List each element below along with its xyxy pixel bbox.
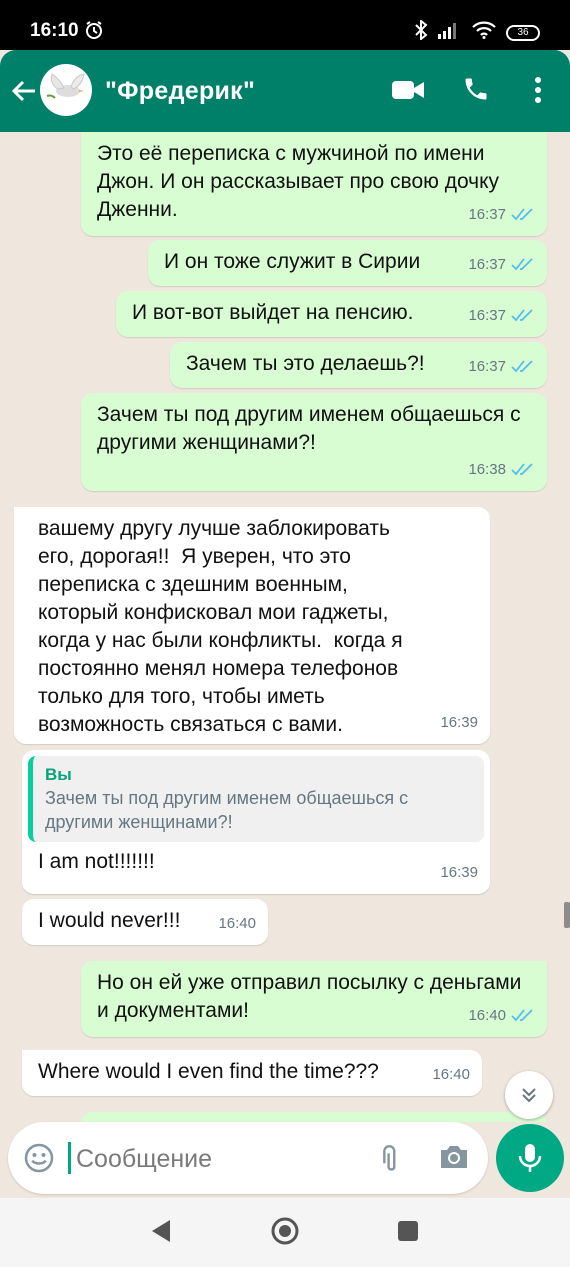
- video-call-icon[interactable]: [391, 78, 425, 107]
- mic-icon[interactable]: [496, 1124, 564, 1192]
- message-text: I am not!!!!!!!: [38, 850, 155, 873]
- phone-icon[interactable]: [462, 75, 490, 108]
- message-list[interactable]: Это её переписка с мужчиной по имени Джо…: [0, 132, 570, 1122]
- alarm-icon: [84, 20, 104, 45]
- message-time: 16:38: [468, 461, 506, 478]
- emoji-icon[interactable]: [23, 1142, 55, 1179]
- message-bubble-in[interactable]: I would never!!! 16:40: [22, 899, 268, 945]
- message-time: 16:40: [218, 915, 256, 932]
- nav-recents-icon[interactable]: [396, 1216, 420, 1251]
- chat-header: "Фредерик": [0, 50, 570, 132]
- message-time: 16:37: [468, 256, 506, 273]
- signal-icon: [438, 21, 462, 44]
- status-bar: 16:10 36: [0, 0, 570, 50]
- scroll-down-icon[interactable]: [505, 1071, 553, 1119]
- battery-icon: 36: [506, 24, 540, 41]
- message-input[interactable]: [74, 1140, 358, 1178]
- message-text: вашему другу лучше заблокировать его, до…: [38, 517, 409, 736]
- double-check-icon: [511, 309, 533, 322]
- double-check-icon: [511, 258, 533, 271]
- attach-icon[interactable]: [373, 1142, 407, 1181]
- quote-author: Вы: [45, 765, 72, 784]
- contact-name[interactable]: "Фредерик": [105, 77, 255, 106]
- message-bubble-in[interactable]: Where would I even find the time??? 16:4…: [22, 1050, 482, 1096]
- message-composer: [8, 1122, 488, 1194]
- system-nav-bar: [0, 1198, 570, 1267]
- message-time: 16:39: [440, 864, 478, 881]
- message-bubble-out[interactable]: Но он ей уже отправил посылку с деньгами…: [81, 961, 547, 1037]
- message-bubble-out[interactable]: И он тоже служит в Сирии 16:37: [148, 240, 547, 286]
- status-time: 16:10: [30, 20, 79, 41]
- message-bubble-out[interactable]: Зачем ты под другим именем общаешься с д…: [81, 393, 547, 491]
- nav-back-icon[interactable]: [148, 1216, 174, 1251]
- quote-text: Зачем ты под другим именем общаешься с д…: [45, 788, 409, 832]
- message-bubble-out[interactable]: Зачем ты это делаешь?! 16:37: [170, 342, 547, 388]
- message-time: 16:37: [468, 206, 506, 223]
- back-arrow-icon[interactable]: [10, 77, 38, 110]
- dove-avatar[interactable]: [40, 64, 92, 116]
- bluetooth-icon: [414, 18, 428, 45]
- message-bubble-out-partial[interactable]: [81, 1112, 547, 1122]
- message-text: Where would I even find the time???: [38, 1060, 379, 1083]
- message-time: 16:37: [468, 358, 506, 375]
- message-bubble-in[interactable]: вашему другу лучше заблокировать его, до…: [14, 507, 490, 744]
- camera-icon[interactable]: [438, 1142, 470, 1177]
- double-check-icon: [511, 208, 533, 221]
- message-bubble-in[interactable]: Вы Зачем ты под другим именем общаешься …: [22, 750, 490, 894]
- double-check-icon: [511, 463, 533, 476]
- nav-home-icon[interactable]: [270, 1216, 300, 1251]
- double-check-icon: [511, 1009, 533, 1022]
- message-time: 16:40: [432, 1066, 470, 1083]
- scrollbar-thumb[interactable]: [564, 902, 570, 928]
- message-bubble-out[interactable]: Это её переписка с мужчиной по имени Джо…: [81, 132, 547, 236]
- message-time: 16:37: [468, 307, 506, 324]
- text-caret: [68, 1142, 71, 1174]
- message-time: 16:39: [440, 714, 478, 731]
- message-time: 16:40: [468, 1007, 506, 1024]
- double-check-icon: [511, 360, 533, 373]
- wifi-icon: [472, 21, 496, 44]
- reply-quote[interactable]: Вы Зачем ты под другим именем общаешься …: [28, 756, 484, 842]
- message-text: Зачем ты под другим именем общаешься с д…: [97, 403, 527, 454]
- message-bubble-out[interactable]: И вот-вот выйдет на пенсию. 16:37: [116, 291, 547, 337]
- more-vert-icon[interactable]: [533, 75, 543, 110]
